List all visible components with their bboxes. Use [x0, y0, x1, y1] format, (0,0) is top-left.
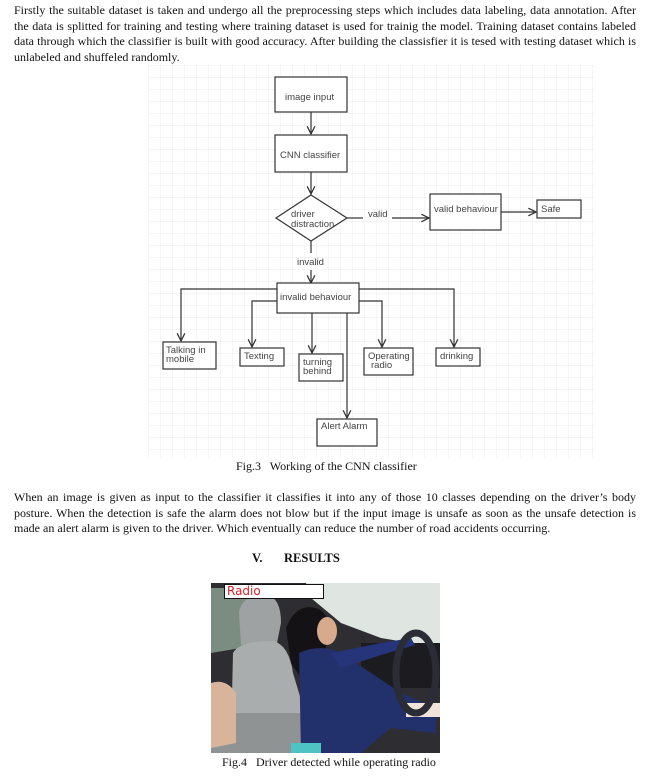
- node-safe-label: Safe: [541, 204, 561, 215]
- edge-label-invalid: invalid: [297, 257, 324, 268]
- photo-driver-face: [317, 617, 337, 645]
- diagram-grid-background: [148, 65, 594, 458]
- node-decision-label-line2: distraction: [291, 219, 334, 230]
- node-image-input-label: image input: [285, 92, 334, 103]
- section-heading: V. RESULTS: [252, 551, 340, 566]
- section-number: V.: [252, 551, 263, 565]
- figure4-caption: Fig.4 Driver detected while operating ra…: [222, 755, 436, 769]
- node-alert-alarm-label: Alert Alarm: [321, 421, 368, 432]
- node-valid-behaviour-label: valid behaviour: [434, 204, 498, 215]
- node-drinking-label: drinking: [440, 351, 473, 362]
- explanation-paragraph: When an image is given as input to the c…: [14, 490, 636, 536]
- node-cnn-classifier-label: CNN classifier: [280, 150, 340, 161]
- node-radio-label-line2: radio: [371, 360, 392, 371]
- node-texting-label: Texting: [244, 351, 274, 362]
- driver-photo-illustration: [211, 583, 440, 753]
- detection-label: Radio: [224, 584, 324, 599]
- photo-console-object: [291, 743, 321, 753]
- node-talking-label-line2: mobile: [166, 354, 194, 365]
- edge-label-valid: valid: [368, 209, 388, 220]
- node-turning-label-line2: behind: [303, 366, 332, 377]
- photo-seat-headrest: [239, 595, 281, 645]
- node-invalid-behaviour-label: invalid behaviour: [280, 292, 351, 303]
- driver-photo: Radio: [211, 583, 440, 753]
- section-title: RESULTS: [284, 551, 340, 565]
- photo-passenger-legs: [211, 681, 236, 748]
- figure3-caption: Fig.3 Working of the CNN classifier: [236, 459, 417, 473]
